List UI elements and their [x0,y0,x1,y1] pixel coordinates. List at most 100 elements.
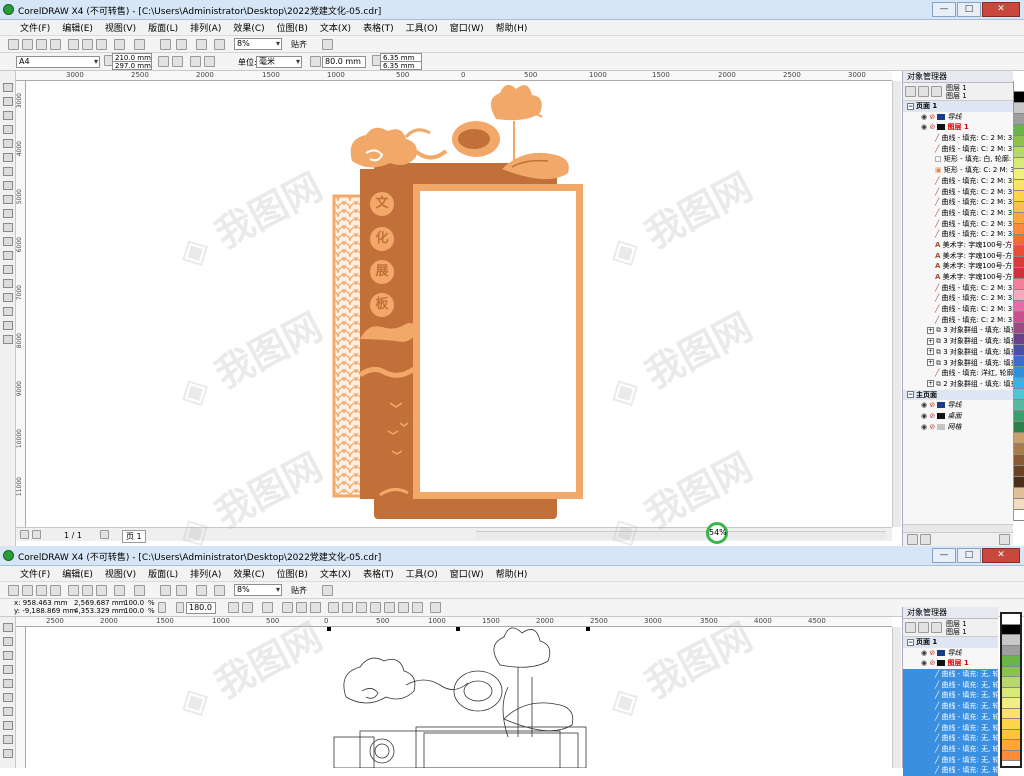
tree-object-node[interactable]: ╱ 曲线 - 填充: C: 2 M: 32 [903,144,1013,155]
paste-icon[interactable] [96,585,107,596]
first-page-icon[interactable] [20,530,29,539]
zoom-tool-icon[interactable] [3,665,13,674]
color-swatch[interactable] [1002,740,1020,751]
horizontal-ruler[interactable]: 3000 2500 2000 1500 1000 500 0 500 1000 … [16,71,892,81]
ellipse-tool-icon[interactable] [3,181,13,190]
prev-page-icon[interactable] [32,530,41,539]
welcome-screen-icon[interactable] [214,39,225,50]
object-width-field[interactable]: 2,569.687 mm [74,599,126,607]
basic-shapes-tool-icon[interactable] [3,749,13,758]
color-swatch[interactable] [1014,125,1024,136]
color-swatch[interactable] [1014,246,1024,257]
color-swatch[interactable] [1014,345,1024,356]
color-swatch[interactable] [1002,729,1020,740]
tree-object-node[interactable]: ╱ 曲线 - 填充: C: 2 M: 32 [903,283,1013,294]
menu-help[interactable]: 帮助(H) [490,21,534,34]
color-swatch[interactable] [1002,687,1020,698]
tree-layer-node[interactable]: ◉ ⊘ 网格 [903,422,1013,433]
interactive-blend-tool-icon[interactable] [3,279,13,288]
color-swatch[interactable] [1014,455,1024,466]
tree-group-node[interactable]: + ⧉ 2 对象群组 - 填充: 填充 [903,379,1013,390]
color-swatch[interactable] [1014,477,1024,488]
print-toggle-icon[interactable]: ⊘ [929,659,935,667]
expand-icon[interactable]: + [927,380,934,388]
color-swatch[interactable] [1014,378,1024,389]
color-swatch[interactable] [1014,136,1024,147]
tree-group-node[interactable]: + ⧉ 3 对象群组 - 填充: 填充 [903,325,1013,336]
color-swatch[interactable] [1014,224,1024,235]
smart-fill-tool-icon[interactable] [3,153,13,162]
eye-icon[interactable]: ◉ [921,649,927,657]
new-master-layer-icon[interactable] [920,534,931,545]
color-swatch[interactable] [1014,433,1024,444]
edit-across-layers-icon[interactable] [918,86,929,97]
new-document-icon[interactable] [8,39,19,50]
paper-type-select[interactable]: A4 [16,56,100,68]
smart-fill-tool-icon[interactable] [3,693,13,702]
tree-object-node[interactable]: ▣ 矩形 - 填充: C: 2 M: 32 [903,165,1013,176]
color-swatch[interactable] [1002,719,1020,730]
basic-shapes-tool-icon[interactable] [3,209,13,218]
show-properties-icon[interactable] [905,622,916,633]
create-boundary-icon[interactable] [430,602,441,613]
print-toggle-icon[interactable]: ⊘ [929,412,935,420]
export-icon[interactable] [176,585,187,596]
tree-layer-node[interactable]: ◉ ⊘ 图层 1 [903,122,1013,133]
color-swatch[interactable] [1014,411,1024,422]
color-swatch[interactable] [1002,750,1020,761]
zoom-level-select[interactable]: 8% [234,38,282,50]
open-icon[interactable] [22,585,33,596]
open-icon[interactable] [22,39,33,50]
eye-icon[interactable]: ◉ [921,113,927,121]
horizontal-ruler[interactable]: 2500 2000 1500 1000 500 0 500 1000 1500 … [16,617,892,627]
ungroup-all-icon[interactable] [310,602,321,613]
nudge-distance-field[interactable]: 80.0 mm [322,56,366,68]
vertical-ruler[interactable] [16,627,26,768]
tree-page-node[interactable]: − 页面 1 [903,101,1013,112]
application-launcher-icon[interactable] [196,39,207,50]
redo-icon[interactable] [134,585,145,596]
menu-help[interactable]: 帮助(H) [490,567,534,580]
color-swatch[interactable] [1014,257,1024,268]
page-tab[interactable]: 页 1 [122,530,146,543]
menu-tools[interactable]: 工具(O) [400,21,444,34]
freehand-tool-icon[interactable] [3,139,13,148]
mirror-vertical-icon[interactable] [242,602,253,613]
tree-group-node[interactable]: + ⧉ 3 对象群组 - 填充: 填充 [903,336,1013,347]
menu-bitmaps[interactable]: 位图(B) [271,21,314,34]
color-swatch[interactable] [1014,334,1024,345]
tree-object-node[interactable]: ╱ 曲线 - 填充: C: 2 M: 32 [903,293,1013,304]
tree-object-node[interactable]: ╱ 曲线 - 填充: 洋红, 轮廓 [903,368,1013,379]
collapse-icon[interactable]: − [907,102,914,110]
color-swatch[interactable] [1014,422,1024,433]
tree-object-node[interactable]: ╱ 曲线 - 填充: C: 2 M: 32 [903,208,1013,219]
export-icon[interactable] [176,39,187,50]
tree-object-node[interactable]: ╱ 曲线 - 填充: 无, 轮 [903,669,998,680]
menu-arrange[interactable]: 排列(A) [184,567,227,580]
menu-effects[interactable]: 效果(C) [227,567,270,580]
tree-object-node[interactable]: ╱ 曲线 - 填充: C: 2 M: 32 [903,133,1013,144]
layer-manager-view-icon[interactable] [931,622,942,633]
print-icon[interactable] [50,585,61,596]
menu-table[interactable]: 表格(T) [357,21,400,34]
save-icon[interactable] [36,39,47,50]
horizontal-scrollbar[interactable] [476,531,886,539]
current-page-icon[interactable] [204,56,215,67]
menu-bitmaps[interactable]: 位图(B) [271,567,314,580]
menu-edit[interactable]: 编辑(E) [56,567,99,580]
text-tool-icon[interactable] [3,223,13,232]
crop-tool-icon[interactable] [3,111,13,120]
landscape-icon[interactable] [172,56,183,67]
color-swatch[interactable] [1014,103,1024,114]
color-swatch[interactable] [1014,290,1024,301]
tree-object-node[interactable]: ╱ 曲线 - 填充: C: 2 M: 32 [903,197,1013,208]
interactive-fill-tool-icon[interactable] [3,335,13,344]
expand-icon[interactable]: + [927,337,934,345]
artwork-display-board[interactable] [26,81,892,527]
tree-object-node[interactable]: ╱ 曲线 - 填充: 无, 轮 [903,765,998,776]
save-icon[interactable] [36,585,47,596]
tree-object-node[interactable]: ╱ 曲线 - 填充: 无, 轮 [903,679,998,691]
color-swatch[interactable] [1002,635,1020,646]
tree-object-node[interactable]: A 美术字: 字魂100号-方 [903,251,1013,262]
color-swatch[interactable] [1014,356,1024,367]
